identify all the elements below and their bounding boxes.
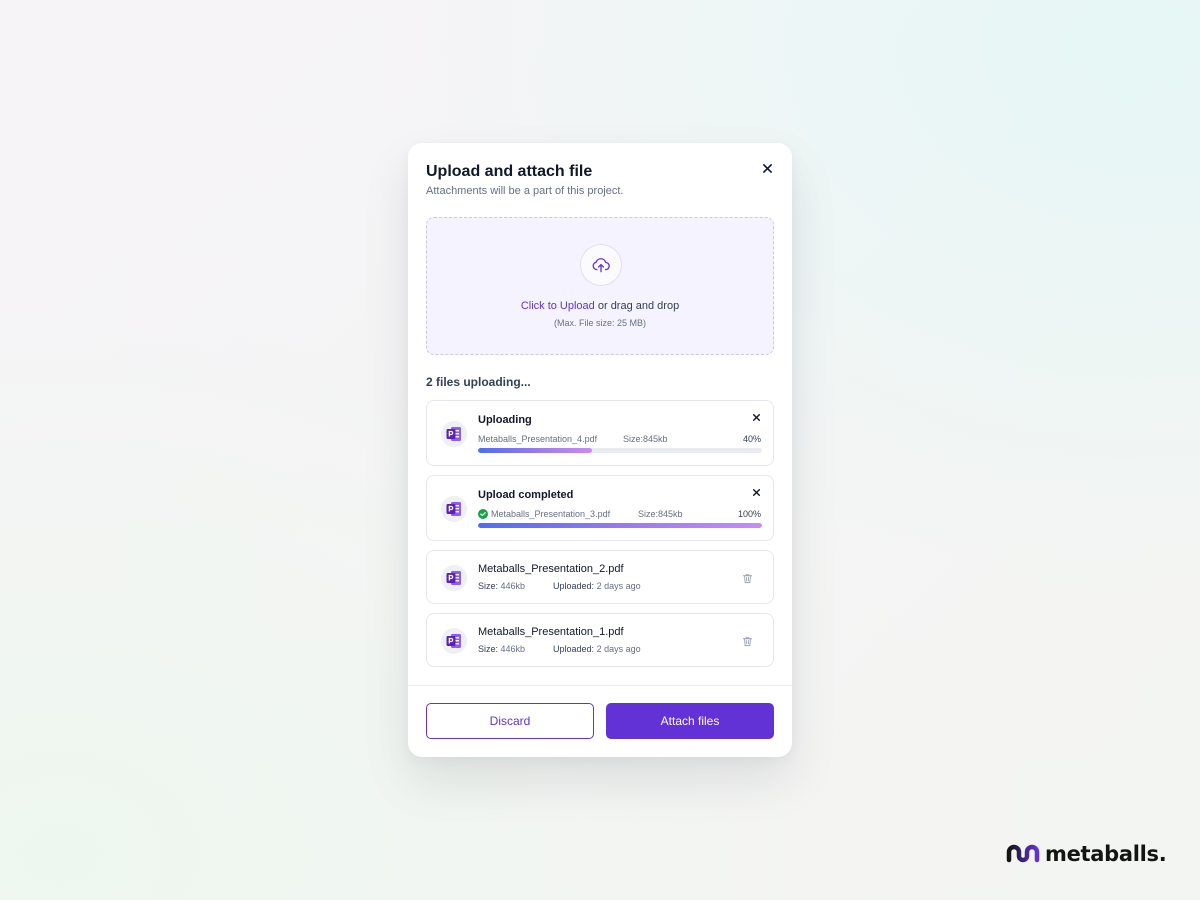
file-icon-wrapper (441, 496, 467, 522)
uploaded-file-card: Metaballs_Presentation_2.pdf Size: 446kb… (426, 550, 774, 604)
file-icon-wrapper (441, 565, 467, 591)
discard-button[interactable]: Discard (426, 703, 594, 739)
attach-files-button[interactable]: Attach files (606, 703, 774, 739)
remove-upload-button[interactable] (750, 486, 762, 498)
file-size: Size: 446kb (478, 644, 526, 654)
progress-bar (478, 523, 762, 528)
file-name: Metaballs_Presentation_2.pdf (478, 563, 624, 575)
file-size: Size: 446kb (478, 581, 526, 591)
dropzone-text: Click to Upload or drag and drop (427, 300, 773, 312)
file-name: Metaballs_Presentation_1.pdf (478, 626, 624, 638)
delete-file-button[interactable] (741, 572, 753, 584)
dropzone[interactable]: Click to Upload or drag and drop (Max. F… (426, 217, 774, 355)
cancel-upload-button[interactable] (750, 411, 762, 423)
uploaded-time: Uploaded: 2 days ago (553, 644, 641, 654)
close-icon (752, 488, 760, 496)
upload-icon-wrapper (580, 244, 622, 286)
progress-fill (478, 448, 592, 453)
uploaded-file-card: Metaballs_Presentation_1.pdf Size: 446kb… (426, 613, 774, 667)
file-name: Metaballs_Presentation_4.pdf (478, 434, 598, 444)
cloud-upload-icon (592, 258, 610, 273)
file-icon-wrapper (441, 421, 467, 447)
files-uploading-heading: 2 files uploading... (426, 375, 531, 389)
file-icon-wrapper (441, 628, 467, 654)
max-file-size-hint: (Max. File size: 25 MB) (553, 318, 647, 328)
powerpoint-file-icon (446, 427, 461, 441)
powerpoint-file-icon (446, 502, 461, 516)
upload-modal: Upload and attach file Attachments will … (408, 143, 792, 757)
modal-subtitle: Attachments will be a part of this proje… (426, 185, 624, 197)
file-size: Size:845kb (638, 509, 683, 519)
brand-name: metaballs. (1045, 842, 1167, 866)
close-icon (762, 163, 772, 173)
metaballs-logo-icon (1006, 844, 1040, 863)
upload-status-title: Upload completed (478, 489, 574, 501)
progress-fill (478, 523, 762, 528)
drag-drop-text: or drag and drop (594, 300, 680, 312)
upload-card-uploading: Uploading Metaballs_Presentation_4.pdf S… (426, 400, 774, 466)
delete-file-button[interactable] (741, 635, 753, 647)
trash-icon (742, 636, 752, 646)
powerpoint-file-icon (446, 571, 461, 585)
click-to-upload-link[interactable]: Click to Upload (521, 300, 595, 312)
uploaded-time: Uploaded: 2 days ago (553, 581, 641, 591)
upload-status-title: Uploading (478, 414, 532, 426)
footer-divider (408, 685, 792, 686)
file-size: Size:845kb (623, 434, 668, 444)
file-name: Metaballs_Presentation_3.pdf (478, 509, 610, 519)
modal-title: Upload and attach file (426, 163, 593, 180)
powerpoint-file-icon (446, 634, 461, 648)
check-circle-icon (478, 509, 488, 519)
close-button[interactable] (759, 160, 775, 176)
upload-card-completed: Upload completed Metaballs_Presentation_… (426, 475, 774, 541)
trash-icon (742, 573, 752, 583)
upload-percent: 40% (742, 434, 761, 444)
progress-bar (478, 448, 762, 453)
upload-percent: 100% (737, 509, 761, 519)
close-icon (752, 413, 760, 421)
brand-logo: metaballs. (1006, 842, 1167, 866)
